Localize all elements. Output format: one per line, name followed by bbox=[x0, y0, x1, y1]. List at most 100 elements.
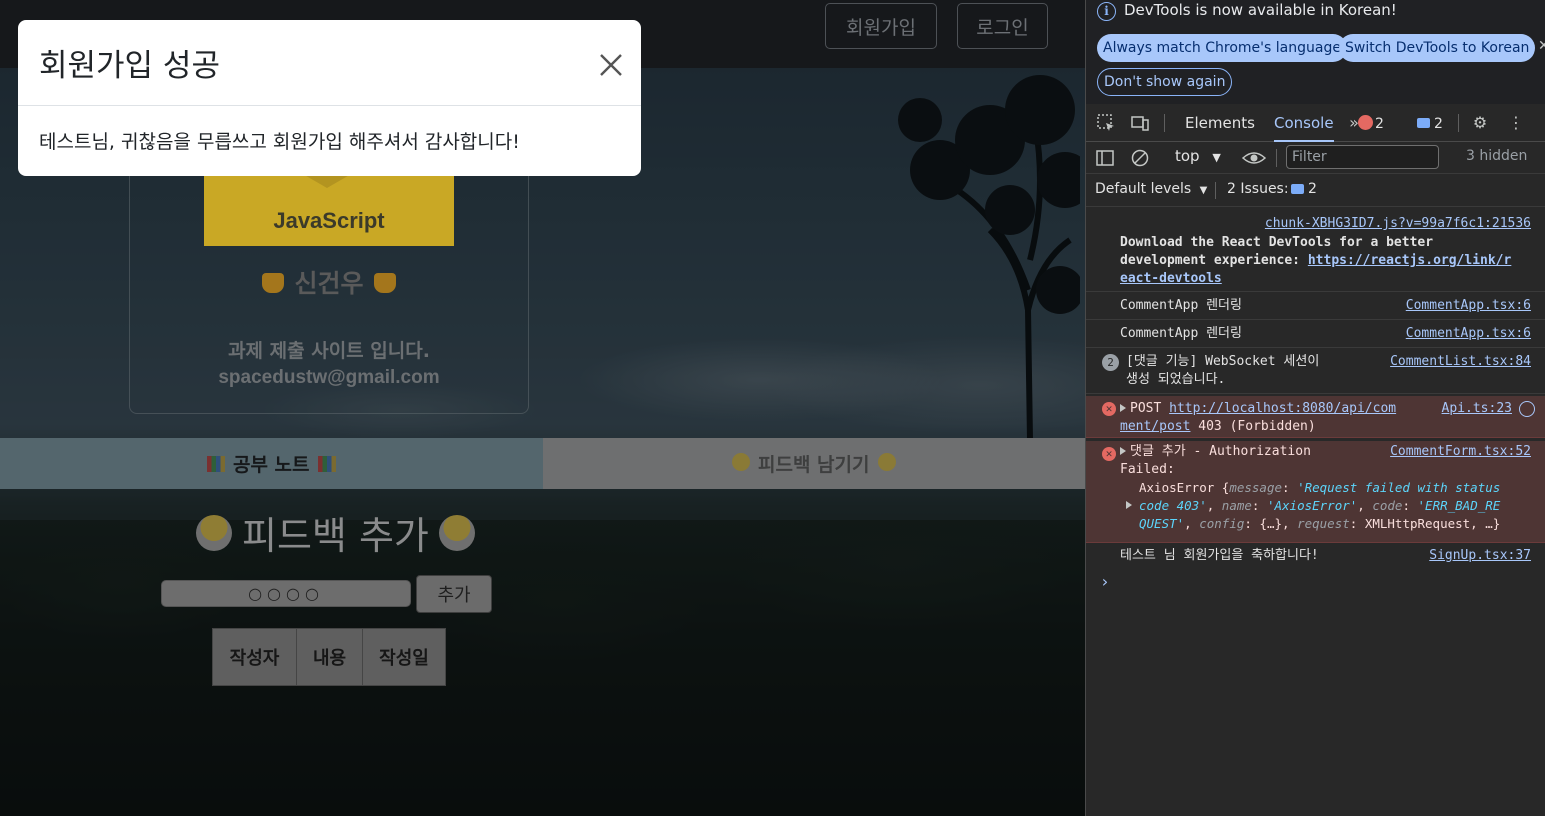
message-source-link[interactable]: CommentApp.tsx:6 bbox=[1406, 298, 1531, 313]
object-key: name bbox=[1221, 498, 1252, 513]
switch-language-button[interactable]: Switch DevTools to Korean bbox=[1339, 34, 1536, 62]
cat-emoji-icon bbox=[373, 273, 396, 293]
console-prompt-chevron-icon[interactable]: › bbox=[1100, 572, 1110, 591]
message-line: Failed: bbox=[1120, 462, 1175, 477]
signup-button[interactable]: 회원가입 bbox=[825, 3, 937, 49]
web-page: 회원가입 로그인 JavaScript 신건우 과제 제출 사이트 입니다. s… bbox=[0, 0, 1085, 816]
message-line: Download the React DevTools for a better bbox=[1120, 235, 1434, 250]
message-line: ment/post 403 (Forbidden) bbox=[1120, 418, 1316, 436]
message-source-link[interactable]: CommentApp.tsx:6 bbox=[1406, 326, 1531, 341]
message-line-text: development experience: bbox=[1120, 253, 1308, 268]
console-message: chunk-XBHG3ID7.js?v=99a7f6c1:21536 Downl… bbox=[1086, 208, 1545, 292]
device-toolbar-icon[interactable] bbox=[1130, 113, 1150, 133]
tab-study-notes[interactable]: 공부 노트 bbox=[0, 438, 543, 489]
issues-count[interactable]: 2 bbox=[1308, 181, 1317, 197]
object-line: code 403', name: 'AxiosError', code: 'ER… bbox=[1139, 498, 1501, 513]
issues-label[interactable]: 2 Issues: bbox=[1227, 181, 1289, 197]
message-line: 생성 되었습니다. bbox=[1126, 372, 1226, 387]
react-devtools-link[interactable]: eact-devtools bbox=[1120, 270, 1511, 288]
feedback-table: 작성자 내용 작성일 bbox=[212, 628, 446, 686]
devtools-tabbar: Elements Console » 2 2 ⚙ ⋮ bbox=[1086, 104, 1545, 142]
dont-show-again-button[interactable]: Don't show again bbox=[1097, 68, 1233, 96]
object-value: code 403' bbox=[1139, 498, 1207, 513]
page-tabs: 공부 노트 피드백 남기기 bbox=[0, 438, 1085, 489]
log-levels-dropdown[interactable]: Default levels ▼ bbox=[1095, 181, 1207, 197]
object-type: AxiosError bbox=[1139, 480, 1215, 495]
add-feedback-button[interactable]: 추가 bbox=[416, 575, 492, 613]
cat-emoji-icon bbox=[262, 273, 285, 293]
chevron-down-icon: ▼ bbox=[1199, 185, 1208, 196]
filter-input[interactable]: Filter bbox=[1286, 145, 1439, 169]
feedback-input[interactable]: ○○○○ bbox=[161, 580, 411, 607]
context-select[interactable]: top ▼ bbox=[1175, 147, 1221, 165]
log-levels-label: Default levels bbox=[1095, 181, 1192, 197]
tab-elements[interactable]: Elements bbox=[1185, 104, 1255, 142]
axios-error-object[interactable]: AxiosError {message: 'Request failed wit… bbox=[1139, 479, 1500, 533]
message-line-text: 댓글 추가 - Authorization bbox=[1130, 444, 1311, 459]
object-line: QUEST', config: {…}, request: XMLHttpReq… bbox=[1139, 516, 1501, 531]
object-line: AxiosError {message: 'Request failed wit… bbox=[1139, 480, 1501, 495]
expand-triangle-icon[interactable] bbox=[1120, 404, 1126, 412]
inspect-element-icon[interactable] bbox=[1096, 113, 1116, 133]
chick-emoji-icon bbox=[196, 514, 232, 551]
expand-triangle-icon[interactable] bbox=[1120, 447, 1126, 455]
more-options-icon[interactable]: ⋮ bbox=[1506, 113, 1526, 133]
tab-console[interactable]: Console bbox=[1274, 104, 1334, 142]
message-text: Download the React DevTools for a better… bbox=[1120, 234, 1511, 288]
message-source-link[interactable]: CommentList.tsx:84 bbox=[1390, 354, 1531, 369]
error-text: POST http://localhost:8080/api/com bbox=[1120, 400, 1396, 418]
message-source-link[interactable]: CommentForm.tsx:52 bbox=[1390, 444, 1531, 459]
error-count[interactable]: 2 bbox=[1375, 116, 1384, 132]
react-devtools-link[interactable]: https://reactjs.org/link/r bbox=[1308, 253, 1512, 268]
info-icon: i bbox=[1097, 2, 1116, 21]
message-source-link[interactable]: chunk-XBHG3ID7.js?v=99a7f6c1:21536 bbox=[1265, 216, 1531, 231]
infobar-close-icon[interactable]: ✕ bbox=[1538, 38, 1545, 54]
table-header-author: 작성자 bbox=[213, 629, 297, 685]
profile-email: spacedustw@gmail.com bbox=[218, 367, 440, 388]
object-value: {…} bbox=[1259, 516, 1283, 531]
expand-triangle-icon[interactable] bbox=[1126, 501, 1132, 509]
chick-emoji-icon bbox=[732, 452, 750, 471]
settings-gear-icon[interactable]: ⚙ bbox=[1470, 113, 1490, 133]
console-toolbar: top ▼ Filter 3 hidden bbox=[1086, 142, 1545, 174]
clear-console-icon[interactable] bbox=[1130, 148, 1150, 168]
message-count[interactable]: 2 bbox=[1434, 116, 1443, 132]
request-url-link[interactable]: ment/post bbox=[1120, 419, 1190, 434]
tab-feedback[interactable]: 피드백 남기기 bbox=[542, 438, 1085, 489]
request-url-link[interactable]: http://localhost:8080/api/com bbox=[1169, 401, 1396, 416]
match-language-button[interactable]: Always match Chrome's language bbox=[1097, 34, 1347, 62]
message-line: [댓글 기능] WebSocket 세션이 bbox=[1126, 354, 1320, 369]
error-count-icon[interactable] bbox=[1358, 115, 1373, 130]
repeat-count-badge: 2 bbox=[1102, 354, 1119, 371]
console-message: CommentApp 렌더링 CommentApp.tsx:6 bbox=[1086, 320, 1545, 348]
hidden-count[interactable]: 3 hidden bbox=[1466, 148, 1527, 164]
message-source-link[interactable]: Api.ts:23 bbox=[1442, 401, 1512, 416]
close-icon[interactable] bbox=[596, 50, 626, 80]
object-key: message bbox=[1229, 480, 1283, 495]
books-emoji-icon bbox=[206, 455, 225, 472]
error-text: 댓글 추가 - Authorization Failed: bbox=[1120, 443, 1311, 479]
feedback-heading: 피드백 추가 bbox=[190, 505, 481, 560]
tab-feedback-label: 피드백 남기기 bbox=[758, 454, 870, 476]
issues-icon[interactable] bbox=[1291, 184, 1304, 194]
object-key: code bbox=[1372, 498, 1403, 513]
error-icon: ✕ bbox=[1102, 447, 1116, 461]
table-header-content: 내용 bbox=[297, 629, 363, 685]
message-text: [댓글 기능] WebSocket 세션이 생성 되었습니다. bbox=[1126, 353, 1319, 389]
chick-emoji-icon bbox=[877, 452, 896, 471]
books-emoji-icon bbox=[317, 455, 336, 472]
sidebar-toggle-icon[interactable] bbox=[1095, 148, 1115, 168]
object-key: request bbox=[1297, 516, 1350, 531]
modal-body: 테스트님, 귀찮음을 무릅쓰고 회원가입 해주셔서 감사합니다! bbox=[39, 131, 520, 153]
message-count-icon[interactable] bbox=[1417, 118, 1430, 128]
message-line: 댓글 추가 - Authorization bbox=[1120, 443, 1311, 461]
eye-icon[interactable] bbox=[1242, 148, 1266, 168]
login-button[interactable]: 로그인 bbox=[957, 3, 1048, 49]
console-message: 테스트 님 회원가입을 축하합니다! SignUp.tsx:37 bbox=[1086, 542, 1545, 570]
console-error: ✕ 댓글 추가 - Authorization Failed: CommentF… bbox=[1086, 441, 1545, 543]
network-request-icon[interactable] bbox=[1519, 401, 1535, 417]
toolbar-separator bbox=[1215, 182, 1216, 199]
message-source-link[interactable]: SignUp.tsx:37 bbox=[1429, 548, 1531, 563]
console-error: ✕ POST http://localhost:8080/api/com men… bbox=[1086, 396, 1545, 438]
toolbar-separator bbox=[1458, 114, 1459, 132]
